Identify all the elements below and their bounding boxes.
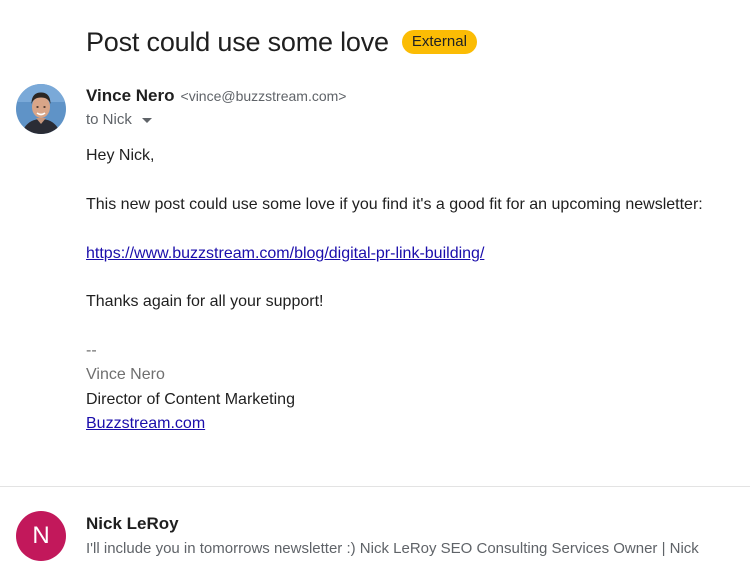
message-divider <box>0 486 750 487</box>
signature-title: Director of Content Marketing <box>86 391 295 408</box>
email-closing: Thanks again for all your support! <box>86 293 324 310</box>
reply-snippet[interactable]: I'll include you in tomorrows newsletter… <box>86 540 750 557</box>
sender-email: <vince@buzzstream.com> <box>180 88 347 104</box>
external-badge[interactable]: External <box>401 30 477 54</box>
recipient-label: to Nick <box>86 111 132 128</box>
signature-name: Vince Nero <box>86 366 165 383</box>
reply-avatar[interactable]: N <box>16 511 66 561</box>
sender-avatar[interactable] <box>16 84 66 134</box>
chevron-down-icon[interactable] <box>141 118 152 123</box>
sender-line: Vince Nero <vince@buzzstream.com> <box>86 86 346 106</box>
sender-name[interactable]: Vince Nero <box>86 86 175 106</box>
signature-website-link[interactable]: Buzzstream.com <box>86 415 205 433</box>
post-link[interactable]: https://www.buzzstream.com/blog/digital-… <box>86 245 484 263</box>
email-paragraph: This new post could use some love if you… <box>86 196 703 213</box>
email-thread-view: Post could use some love External Vince … <box>0 0 750 574</box>
email-greeting: Hey Nick, <box>86 147 155 164</box>
email-subject: Post could use some love <box>86 26 389 57</box>
reply-sender-name[interactable]: Nick LeRoy <box>86 514 179 534</box>
signature-separator: -- <box>86 342 97 359</box>
subject-row: Post could use some love External <box>86 24 477 60</box>
person-photo-avatar-icon <box>16 84 66 134</box>
recipient-details-toggle[interactable]: to Nick <box>86 111 152 128</box>
